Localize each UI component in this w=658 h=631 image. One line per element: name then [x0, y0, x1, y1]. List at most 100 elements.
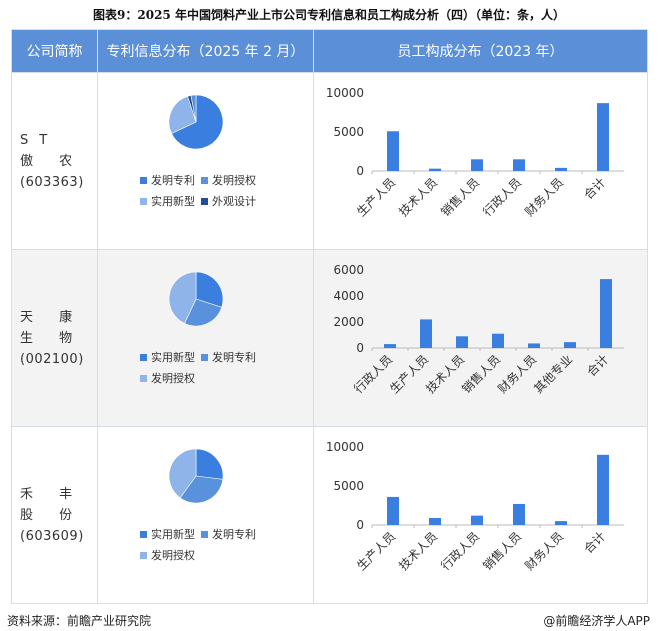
- header-staff: 员工构成分布（2023 年）: [313, 29, 648, 73]
- legend-item: 发明授权: [140, 548, 195, 562]
- patent-pie-cell: 实用新型 发明专利发明授权: [97, 426, 314, 604]
- y-tick-label: 0: [356, 164, 364, 178]
- legend-item: 发明授权: [201, 173, 256, 187]
- bar: [384, 344, 396, 348]
- bar: [555, 521, 567, 525]
- legend-swatch: [140, 353, 147, 361]
- x-tick-label: 行政人员: [438, 529, 482, 573]
- legend-swatch: [201, 353, 208, 361]
- patent-pie-chart: [168, 448, 224, 504]
- table-row: 禾 丰 股 份 (603609) 实用新型 发明专利发明授权 0 5000 10000…: [11, 426, 648, 604]
- table-row: 天 康 生 物 (002100) 实用新型 发明专利发明授权 0 2000 4000 6…: [11, 249, 648, 427]
- brand-note: @前瞻经济学人APP: [543, 614, 650, 628]
- header-company: 公司简称: [11, 29, 98, 73]
- bar: [471, 515, 483, 525]
- company-name: ST 傲 农: [20, 132, 84, 169]
- bar: [528, 343, 540, 348]
- x-tick-label: 行政人员: [351, 352, 395, 396]
- pie-legend: 实用新型 发明专利发明授权: [140, 527, 320, 569]
- bar: [429, 517, 441, 525]
- x-tick-label: 生产人员: [354, 529, 398, 573]
- company-code: (603363): [20, 174, 84, 190]
- x-tick-label: 合计: [581, 175, 609, 203]
- legend-label: 实用新型: [151, 351, 195, 364]
- legend-label: 发明专利: [212, 528, 256, 541]
- company-cell: 禾 丰 股 份 (603609): [11, 426, 98, 604]
- legend-item: 发明专利: [140, 173, 195, 187]
- bar: [513, 159, 525, 171]
- legend-item: 实用新型: [140, 350, 195, 364]
- bar: [555, 167, 567, 171]
- bar: [564, 342, 576, 348]
- x-tick-label: 合计: [581, 529, 609, 557]
- x-tick-label: 合计: [584, 352, 612, 380]
- header-patent: 专利信息分布（2025 年 2 月）: [97, 29, 314, 73]
- legend-item: 实用新型: [140, 527, 195, 541]
- y-tick-label: 10000: [326, 86, 364, 100]
- staff-bar-chart: 0 5000 10000 生产人员技术人员销售人员行政人员财务人员 合计: [326, 86, 624, 220]
- staff-bar-cell: 0 5000 10000 生产人员 技术人员 行政人员 销售人员 财务人员 合计: [313, 426, 648, 604]
- y-tick-label: 6000: [333, 263, 364, 277]
- x-tick-label: 生产人员: [354, 175, 398, 219]
- legend-label: 实用新型: [151, 528, 195, 541]
- legend-item: 实用新型: [140, 194, 195, 208]
- legend-swatch: [140, 551, 147, 559]
- pie-legend: 发明专利 发明授权实用新型 外观设计: [140, 173, 320, 215]
- legend-label: 发明授权: [212, 174, 256, 187]
- pie-slice: [195, 448, 224, 480]
- x-tick-label: 销售人员: [438, 175, 483, 220]
- bar: [513, 503, 525, 525]
- patent-pie-cell: 发明专利 发明授权实用新型 外观设计: [97, 72, 314, 250]
- x-tick-label: 其他专业: [531, 352, 576, 397]
- x-tick-label: 财务人员: [522, 529, 567, 574]
- staff-bar-cell: 0 2000 4000 6000 行政人员 生产人员 技术人员 销售人员 财务人员 其他专业 合计: [313, 249, 648, 427]
- bar: [387, 131, 399, 171]
- y-tick-label: 5000: [333, 479, 364, 493]
- y-tick-label: 10000: [326, 440, 364, 454]
- pie-legend: 实用新型 发明专利发明授权: [140, 350, 320, 392]
- legend-item: 外观设计: [201, 194, 256, 208]
- legend-label: 发明专利: [212, 351, 256, 364]
- x-tick-label: 技术人员: [396, 529, 440, 573]
- legend-item: 发明授权: [140, 371, 195, 385]
- legend-item: 发明专利: [201, 527, 256, 541]
- legend-swatch: [201, 197, 208, 205]
- y-tick-label: 0: [356, 341, 364, 355]
- company-name: 禾 丰 股 份: [20, 486, 84, 523]
- legend-swatch: [140, 374, 147, 382]
- company-cell: 天 康 生 物 (002100): [11, 249, 98, 427]
- patent-pie-chart: [168, 271, 224, 327]
- legend-label: 实用新型: [151, 195, 195, 208]
- staff-bar-chart: 0 2000 4000 6000 行政人员生产人员技术人员销售人员财务人员其他专业 合计: [333, 263, 624, 397]
- bar: [597, 103, 609, 171]
- company-code: (603609): [20, 528, 84, 544]
- x-tick-label: 行政人员: [480, 175, 524, 219]
- patent-pie-chart: [168, 94, 224, 150]
- y-tick-label: 2000: [333, 315, 364, 329]
- bar: [429, 168, 441, 171]
- y-tick-label: 4000: [333, 289, 364, 303]
- x-tick-label: 销售人员: [480, 529, 525, 574]
- table-row: ST 傲 农 (603363) 发明专利 发明授权 实用新型 外观设计 0 5000 10…: [11, 72, 648, 250]
- staff-bar-chart: 0 5000 10000 生产人员技术人员行政人员销售人员财务人员 合计: [326, 440, 624, 574]
- legend-swatch: [140, 530, 147, 538]
- legend-label: 发明专利: [151, 174, 195, 187]
- bar: [492, 333, 504, 348]
- staff-bar-cell: 0 5000 10000 生产人员 技术人员 销售人员 行政人员 财务人员 合计: [313, 72, 648, 250]
- x-tick-label: 生产人员: [387, 352, 431, 396]
- x-tick-label: 财务人员: [495, 352, 540, 397]
- legend-swatch: [201, 176, 208, 184]
- company-cell: ST 傲 农 (603363): [11, 72, 98, 250]
- bar: [387, 496, 399, 525]
- legend-swatch: [140, 176, 147, 184]
- legend-item: 发明专利: [201, 350, 256, 364]
- legend-swatch: [140, 197, 147, 205]
- bar: [471, 159, 483, 171]
- bar: [600, 279, 612, 348]
- y-tick-label: 0: [356, 518, 364, 532]
- x-tick-label: 财务人员: [522, 175, 567, 220]
- company-table: 公司简称 专利信息分布（2025 年 2 月） 员工构成分布（2023 年） S…: [11, 29, 648, 604]
- source-note: 资料来源：前瞻产业研究院: [7, 614, 152, 628]
- legend-label: 外观设计: [212, 195, 256, 208]
- bar: [420, 319, 432, 348]
